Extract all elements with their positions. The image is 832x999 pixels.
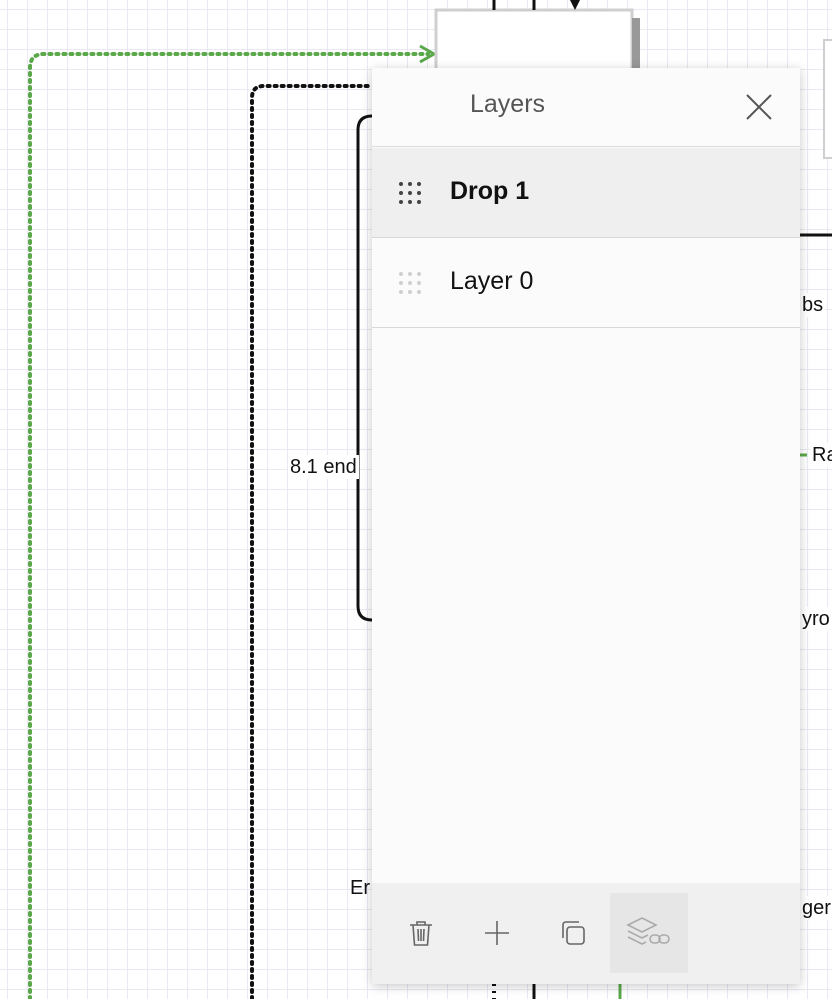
- panel-title: Layers: [470, 90, 546, 118]
- plus-icon: [485, 921, 509, 945]
- drag-handle-icon[interactable]: [396, 269, 424, 297]
- layer-row-layer-0[interactable]: Layer 0: [372, 238, 800, 328]
- layers-panel: Layers Drop 1 Layer 0: [372, 68, 800, 984]
- add-layer-button[interactable]: [458, 893, 536, 973]
- duplicate-layer-button[interactable]: [534, 893, 612, 973]
- green-dotted-connector[interactable]: [28, 52, 430, 999]
- edge-label-ger: ger: [800, 896, 832, 920]
- close-icon: [746, 94, 772, 120]
- panel-header: Layers: [372, 68, 800, 147]
- edge-label-obs: bs: [800, 293, 826, 317]
- trash-icon: [410, 921, 432, 946]
- right-box-edge[interactable]: [823, 39, 832, 159]
- edge-label-yro: yro: [800, 607, 832, 631]
- layers-link-icon: [626, 917, 670, 945]
- diagram-box-top[interactable]: [434, 8, 634, 74]
- delete-layer-button[interactable]: [382, 893, 460, 973]
- layers-toolbar: [372, 883, 800, 984]
- edge-label-ra: Ra: [810, 443, 832, 467]
- link-layer-button[interactable]: [610, 893, 688, 973]
- box-shadow: [632, 18, 640, 72]
- layer-name: Layer 0: [450, 267, 534, 295]
- edge-label-en: Er: [350, 877, 370, 899]
- edge-label-end: 8.1 end: [288, 455, 359, 479]
- drag-handle-icon[interactable]: [396, 179, 424, 207]
- close-button[interactable]: [744, 92, 774, 122]
- layer-row-drop-1[interactable]: Drop 1: [372, 148, 800, 238]
- black-dotted-connector[interactable]: [250, 84, 374, 999]
- layer-name: Drop 1: [450, 177, 530, 205]
- duplicate-icon: [562, 921, 585, 945]
